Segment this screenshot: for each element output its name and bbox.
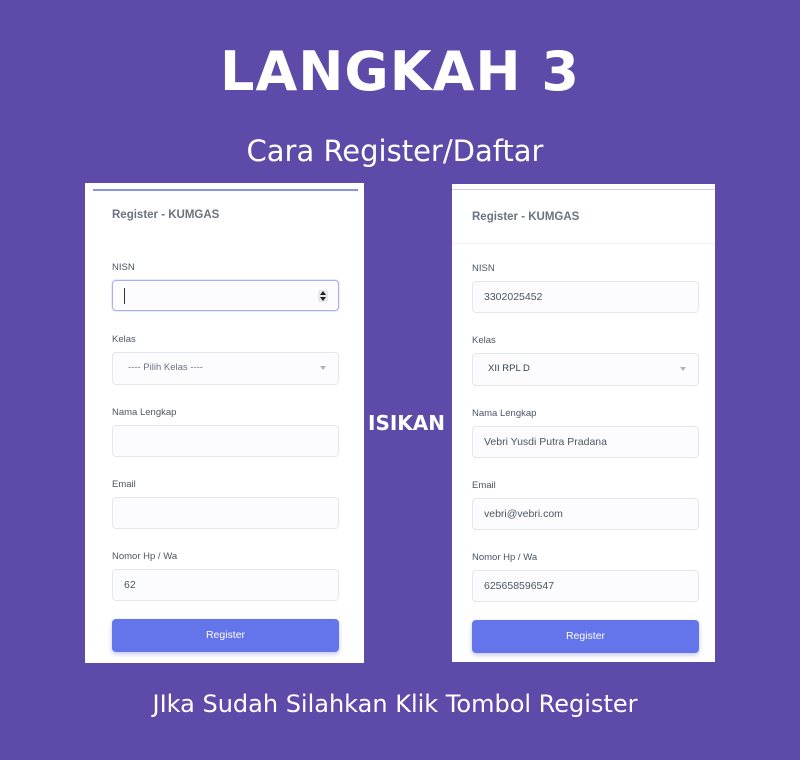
card-header-divider [452, 243, 715, 244]
kelas-selected-value: XII RPL D [488, 363, 530, 374]
register-card-empty: Register - KUMGAS NISN Kelas ---- Pilih … [85, 183, 364, 663]
nama-label: Nama Lengkap [112, 407, 177, 418]
nisn-input[interactable]: 3302025452 [472, 281, 699, 313]
text-cursor [124, 288, 125, 304]
hp-input[interactable]: 625658596547 [472, 570, 699, 602]
card-title: Register - KUMGAS [472, 211, 580, 223]
email-input[interactable] [112, 497, 339, 529]
nama-input[interactable] [112, 425, 339, 457]
nisn-value: 3302025452 [484, 291, 543, 303]
register-button[interactable]: Register [472, 620, 699, 653]
chevron-down-icon [320, 366, 326, 370]
hp-value: 62 [124, 579, 136, 591]
nama-value: Vebri Yusdi Putra Pradana [484, 436, 607, 448]
email-value: vebri@vebri.com [484, 508, 563, 520]
hp-value: 625658596547 [484, 580, 555, 592]
email-input[interactable]: vebri@vebri.com [472, 498, 699, 530]
card-title: Register - KUMGAS [112, 209, 220, 221]
kelas-selected-value: ---- Pilih Kelas ---- [128, 362, 203, 373]
nisn-input[interactable] [112, 280, 339, 311]
hp-label: Nomor Hp / Wa [112, 551, 178, 562]
hp-input[interactable]: 62 [112, 569, 339, 601]
card-top-border [93, 189, 358, 191]
register-button[interactable]: Register [112, 619, 339, 652]
footer-instruction: JIka Sudah Silahkan Klik Tombol Register [152, 690, 638, 718]
nisn-label: NISN [472, 263, 495, 274]
page-heading: LANGKAH 3 [220, 40, 580, 103]
email-label: Email [112, 479, 136, 490]
number-spinner-icon[interactable] [318, 290, 328, 302]
kelas-select[interactable]: XII RPL D [472, 353, 699, 386]
nisn-label: NISN [112, 262, 135, 273]
card-top-border [452, 189, 715, 190]
kelas-select[interactable]: ---- Pilih Kelas ---- [112, 352, 339, 385]
nama-input[interactable]: Vebri Yusdi Putra Pradana [472, 426, 699, 458]
chevron-down-icon [680, 367, 686, 371]
hp-label: Nomor Hp / Wa [472, 552, 538, 563]
page-subheading: Cara Register/Daftar [246, 134, 544, 168]
nama-label: Nama Lengkap [472, 408, 537, 419]
email-label: Email [472, 480, 496, 491]
kelas-label: Kelas [472, 335, 496, 346]
isikan-label: ISIKAN [368, 411, 446, 435]
register-card-filled: Register - KUMGAS NISN 3302025452 Kelas … [452, 184, 715, 662]
kelas-label: Kelas [112, 334, 136, 345]
